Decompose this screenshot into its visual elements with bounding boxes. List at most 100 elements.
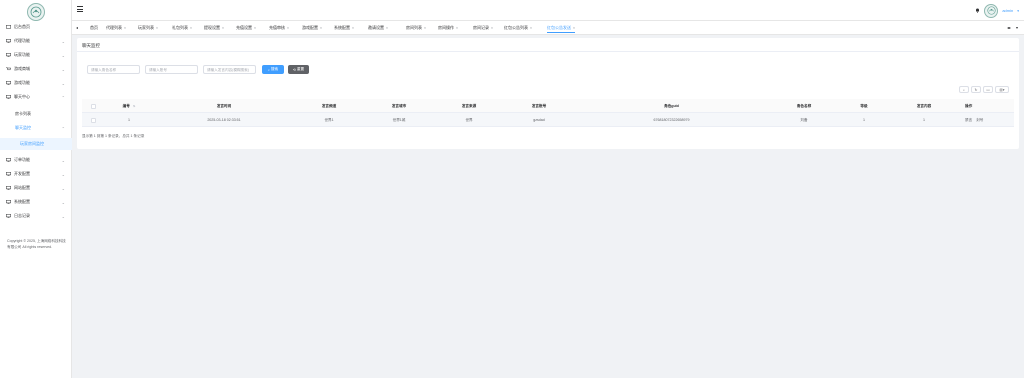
close-icon[interactable]: × [456,26,458,30]
close-icon[interactable]: × [352,26,354,30]
tab-item[interactable]: 红包公告发送 × [547,23,576,33]
select-all-checkbox[interactable] [90,103,96,109]
sidebar-subitem-chat-monitor[interactable]: 聊天监控 ⌃ [0,122,72,134]
refresh-button[interactable]: ↻ [971,86,981,93]
sidebar-item-label: 玩家功能 [14,52,30,57]
tab-label: 礼包列表 [172,25,188,30]
avatar[interactable] [984,3,999,18]
sidebar-item-chat[interactable]: 聊天中心 ⌃ [0,91,72,103]
close-icon[interactable]: × [424,26,426,30]
search-toggle-button[interactable]: ⌕ [959,86,969,93]
tab-item[interactable]: 礼包列表 × [172,23,192,33]
column-header: 发言频道 [294,99,364,113]
sidebar-item-logs[interactable]: 日志记录 ⌄ [0,210,72,222]
tab-item[interactable]: 充值审核 × [269,23,289,33]
sidebar-item-system-config[interactable]: 系统配置 ⌄ [0,196,72,208]
tab-item[interactable]: 房间操作 × [438,23,458,33]
tab-item[interactable]: 邀请设置 × [368,23,388,33]
user-name[interactable]: admin [1002,8,1013,13]
sidebar-item-label: 网站配置 [14,185,30,190]
tab-item[interactable]: 代理列表 × [106,23,126,33]
close-icon[interactable]: × [190,26,192,30]
close-icon[interactable]: × [573,26,575,30]
sidebar-subitem-label: 聊天监控 [15,125,31,130]
close-icon[interactable]: × [287,26,289,30]
tab-item[interactable]: 房间列表 × [406,23,426,33]
logo[interactable] [27,3,45,21]
column-header-label: 发言来源 [461,103,477,108]
sidebar-item-site-config[interactable]: 网站配置 ⌄ [0,182,72,194]
tab-label: 房间列表 [406,25,422,30]
tabs-menu-icon[interactable]: ▾ [1016,25,1018,30]
tab-item[interactable]: 系统配置 × [334,23,354,33]
chevron-down-icon: ⌄ [61,185,65,191]
reset-button-label: 重置 [296,67,305,71]
scroll-left-icon[interactable]: ◂ [76,25,78,30]
tab-item[interactable]: 首页 [90,23,98,33]
close-icon[interactable]: × [124,26,126,30]
sidebar-item-label: 游戏商城 [14,66,30,71]
logo-icon [30,6,42,18]
sort-icon[interactable]: ⇅ [133,104,136,108]
sidebar-item-game[interactable]: 游戏功能 ⌄ [0,77,72,89]
scroll-right-icon[interactable]: ◂▸ [1007,25,1011,30]
column-header-label: 操作 [965,103,973,108]
mute-link[interactable]: 禁言 [965,118,972,123]
tab-item[interactable]: 提现设置 × [204,23,224,33]
sidebar-item-orders[interactable]: 订单功能 ⌄ [0,154,72,166]
table-row[interactable]: 1 2025-03-18 02:33:51 世界1 世界1城 世界 gzsdad 67681… [82,113,1014,127]
columns-button[interactable]: ▥▾ [995,86,1009,93]
sidebar-item-agents[interactable]: 代理功能 ⌄ [0,35,72,47]
ban-link[interactable]: 封号 [976,118,983,123]
search-button-label: 搜索 [270,67,279,71]
close-icon[interactable]: × [156,26,158,30]
tab-item[interactable]: 玩家列表 × [138,23,158,33]
sidebar-item-shop[interactable]: 游戏商城 ⌄ [0,63,72,75]
tab-item[interactable]: 游戏配置 × [302,23,322,33]
page-title: 聊天监控 [82,43,100,48]
close-icon[interactable]: × [530,26,532,30]
table-cell-id: 1 [128,118,130,122]
close-icon[interactable]: × [254,26,256,30]
tab-label: 首页 [90,25,98,30]
close-icon[interactable]: × [320,26,322,30]
sidebar-item-players[interactable]: 玩家功能 ⌄ [0,49,72,61]
account-input[interactable] [145,65,198,74]
chevron-down-icon: ⌄ [61,171,65,177]
column-header-label: 发言内容 [916,103,932,108]
column-header-label: 发言城市 [391,103,407,108]
sidebar: 后台首页 代理功能 ⌄ 玩家功能 ⌄ 游戏商城 ⌄ 游戏功能 ⌄ 聊天中心 ⌃ … [0,0,72,378]
divider [77,51,1019,52]
row-checkbox[interactable] [90,117,96,123]
monitor-icon [6,39,11,43]
role-name-input[interactable] [87,65,140,74]
topbar: admin ▾ [72,0,1024,21]
row-select-cell [82,113,104,127]
cart-icon [6,67,11,71]
hamburger-icon[interactable] [77,6,83,12]
sidebar-item-home[interactable]: 后台首页 [0,21,72,33]
search-button[interactable]: ⌕ 搜索 [262,65,284,74]
content-input[interactable] [203,65,256,74]
close-icon[interactable]: × [222,26,224,30]
column-header: 发言内容 [889,99,959,113]
tab-item[interactable]: 房间记录 × [473,23,493,33]
tab-item[interactable]: 充值设置 × [236,23,256,33]
close-icon[interactable]: × [386,26,388,30]
tab-item[interactable]: 红包公告列表 × [504,23,532,33]
sidebar-subitem-room-cards[interactable]: 房卡列表 [0,108,72,120]
toggle-view-button[interactable]: ▭ [983,86,993,93]
sidebar-subsubitem-player-room-monitor[interactable]: 玩家房间监控 [0,138,72,150]
sidebar-item-dev-config[interactable]: 开发配置 ⌄ [0,168,72,180]
column-header[interactable]: 编号 ⇅ [104,99,154,113]
main-card: 聊天监控 ⌕ 搜索 ⟲ 重置 ⌕ ↻ ▭ ▥▾ 编号⇅ 发言时间 发言频道 发言城市 发… [77,38,1019,149]
notification-icon[interactable] [975,8,980,13]
chevron-down-icon[interactable]: ▾ [1017,9,1019,13]
column-header: 发言来源 [434,99,504,113]
chevron-down-icon: ⌄ [61,80,65,86]
column-header-label: 发言时间 [216,103,232,108]
table-header: 编号 ⇅ 发言时间 发言频道 发言城市 发言来源 发言账号 角色guid 角色名称 等级 发言内容 操… [82,99,1014,113]
reset-button[interactable]: ⟲ 重置 [288,65,309,74]
close-icon[interactable]: × [491,26,493,30]
column-header: 角色名称 [769,99,839,113]
